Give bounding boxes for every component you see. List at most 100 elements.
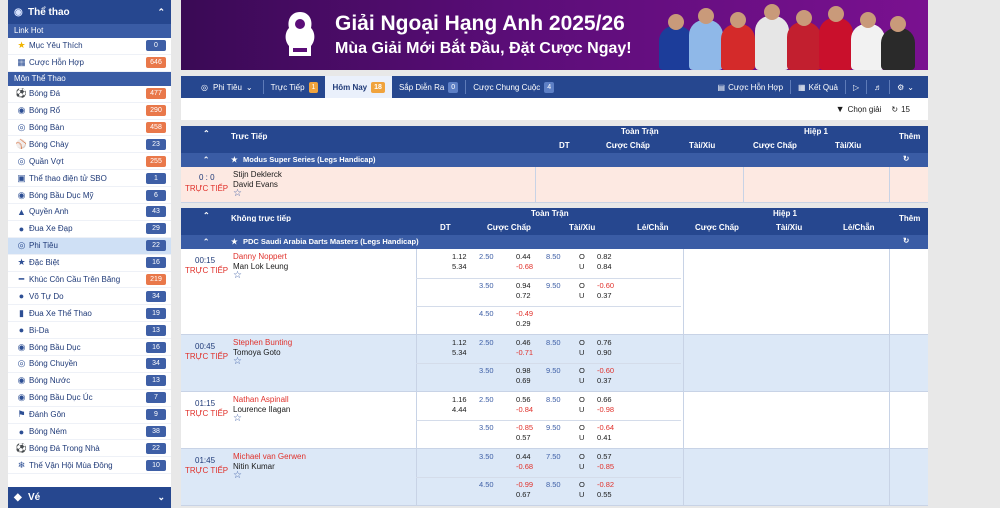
handicap-odds-home[interactable]: 0.94	[516, 281, 531, 290]
sidebar-item-sport[interactable]: ⚽ Bóng Đá Trong Nhà 22	[8, 440, 171, 458]
chevron-up-icon[interactable]: ⌃	[157, 7, 165, 18]
odds-dt-away[interactable]: 4.44	[452, 405, 467, 414]
sidebar-item-sport[interactable]: ● Võ Tự Do 34	[8, 288, 171, 306]
sidebar-item-sport[interactable]: ▮ Đua Xe Thể Thao 19	[8, 305, 171, 323]
chevron-up-icon[interactable]: ⌃	[203, 155, 209, 164]
refresh-icon[interactable]: ↻	[903, 236, 909, 245]
sidebar-item-sport[interactable]: ⚽ Bóng Đá 477	[8, 86, 171, 103]
total-odds-under[interactable]: -0.85	[597, 462, 614, 471]
sidebar-item-sport[interactable]: ● Đua Xe Đạp 29	[8, 221, 171, 238]
sidebar-item-sport[interactable]: ▣ Thể thao điện tử SBO 1	[8, 170, 171, 188]
total-odds-under[interactable]: 0.55	[597, 490, 612, 499]
handicap-odds-home[interactable]: 0.56	[516, 395, 531, 404]
total-odds-over[interactable]: 0.57	[597, 452, 612, 461]
tab-live[interactable]: Trực Tiếp 1	[264, 76, 326, 98]
home-team[interactable]: Stephen Bunting	[233, 338, 292, 347]
total-odds-over[interactable]: -0.60	[597, 366, 614, 375]
odds-dt-away[interactable]: 5.34	[452, 348, 467, 357]
total-odds-over[interactable]: 0.82	[597, 252, 612, 261]
sidebar-item-sport[interactable]: ◉ Bóng Rổ 290	[8, 103, 171, 120]
sidebar-item-sport[interactable]: ◉ Bóng Bầu Dục 16	[8, 339, 171, 357]
total-odds-over[interactable]: -0.60	[597, 281, 614, 290]
sidebar-item-sport[interactable]: ◉ Bóng Bầu Dục Mỹ 6	[8, 187, 171, 205]
favorite-star-icon[interactable]: ☆	[233, 356, 242, 367]
handicap-odds-away[interactable]: -0.68	[516, 462, 533, 471]
total-odds-under[interactable]: -0.98	[597, 405, 614, 414]
home-team[interactable]: Michael van Gerwen	[233, 452, 306, 461]
parlay-button[interactable]: ▤ Cược Hỗn Hợp	[711, 76, 791, 98]
tab-today[interactable]: Hôm Nay 18	[325, 76, 392, 98]
total-odds-under[interactable]: 0.90	[597, 348, 612, 357]
sidebar-item-sport[interactable]: ◎ Phi Tiêu 22	[8, 237, 171, 255]
total-odds-under[interactable]: 0.84	[597, 262, 612, 271]
total-odds-over[interactable]: 0.66	[597, 395, 612, 404]
sidebar-item-sport[interactable]: ◎ Bóng Bàn 458	[8, 120, 171, 137]
league-star-icon[interactable]: ★	[231, 237, 238, 246]
match-row[interactable]: 01:45 TRỰC TIẾP Michael van Gerwen Nitin Ku…	[181, 448, 928, 506]
total-odds-over[interactable]: -0.64	[597, 423, 614, 432]
refresh-icon[interactable]: ↻	[891, 105, 898, 114]
chevron-up-icon[interactable]: ⌃	[203, 237, 209, 246]
sidebar-item-sport[interactable]: ▲ Quyền Anh 43	[8, 204, 171, 221]
handicap-odds-away[interactable]: 0.72	[516, 291, 531, 300]
handicap-odds-away[interactable]: 0.57	[516, 433, 531, 442]
refresh-icon[interactable]: ↻	[903, 154, 909, 163]
sound-button[interactable]: ♬	[867, 76, 889, 98]
sidebar-item-sport[interactable]: ● Bi-Da 13	[8, 322, 171, 340]
tab-upcoming[interactable]: Sắp Diễn Ra 0	[392, 76, 465, 98]
sports-header[interactable]: ◉ Thể thao ⌃	[8, 0, 171, 24]
choose-league-link[interactable]: Chọn giải	[848, 105, 882, 114]
chevron-down-icon[interactable]: ⌄	[157, 492, 165, 503]
sidebar-item-sport[interactable]: ● Bóng Ném 38	[8, 424, 171, 441]
total-odds-under[interactable]: 0.41	[597, 433, 612, 442]
league-star-icon[interactable]: ★	[231, 155, 238, 164]
favorite-star-icon[interactable]: ☆	[233, 413, 242, 424]
sidebar-item-sport[interactable]: ◎ Bóng Chuyền 34	[8, 356, 171, 373]
sidebar-item-sport[interactable]: ⚑ Đánh Gôn 9	[8, 407, 171, 424]
handicap-odds-home[interactable]: 0.44	[516, 252, 531, 261]
odds-dt-home[interactable]: 1.12	[452, 252, 467, 261]
sidebar-item-sport[interactable]: ★ Đặc Biệt 16	[8, 255, 171, 272]
odds-dt-home[interactable]: 1.12	[452, 338, 467, 347]
handicap-odds-home[interactable]: -0.49	[516, 309, 533, 318]
sidebar-item-sport[interactable]: ⚾ Bóng Chày 23	[8, 136, 171, 154]
odds-dt-away[interactable]: 5.34	[452, 262, 467, 271]
handicap-odds-home[interactable]: 0.44	[516, 452, 531, 461]
sidebar-item-sport[interactable]: ❄ Thế Vận Hội Mùa Đông 10	[8, 457, 171, 475]
sport-selector[interactable]: ◎ Phi Tiêu ⌄	[181, 76, 263, 98]
video-button[interactable]: ▷	[846, 76, 866, 98]
filter-icon[interactable]: ▼	[836, 104, 845, 114]
tab-outright[interactable]: Cược Chung Cuộc 4	[466, 76, 561, 98]
handicap-odds-home[interactable]: 0.98	[516, 366, 531, 375]
settings-button[interactable]: ⚙ ⌄	[890, 76, 928, 98]
chevron-up-icon[interactable]: ⌃	[203, 129, 210, 138]
handicap-odds-home[interactable]: -0.85	[516, 423, 533, 432]
match-row[interactable]: 00:15 TRỰC TIẾP Danny Noppert Man Lok Leung…	[181, 249, 928, 335]
tickets-header[interactable]: ◆ Vé ⌄	[8, 487, 171, 508]
sidebar-item-sport[interactable]: ◉ Bóng Bầu Dục Úc 7	[8, 390, 171, 407]
total-odds-under[interactable]: 0.37	[597, 376, 612, 385]
handicap-odds-away[interactable]: 0.29	[516, 319, 531, 328]
handicap-odds-away[interactable]: -0.71	[516, 348, 533, 357]
home-team[interactable]: Nathan Aspinall	[233, 395, 289, 404]
favorite-star-icon[interactable]: ☆	[233, 470, 242, 481]
handicap-odds-home[interactable]: -0.99	[516, 480, 533, 489]
results-button[interactable]: ▦ Kết Quả	[791, 76, 845, 98]
total-odds-over[interactable]: 0.76	[597, 338, 612, 347]
league-header[interactable]: ⌃ ★ PDC Saudi Arabia Darts Masters (Legs…	[181, 235, 928, 249]
total-odds-under[interactable]: 0.37	[597, 291, 612, 300]
home-team[interactable]: Danny Noppert	[233, 252, 287, 261]
sidebar-item-parlay[interactable]: ▦ Cược Hỗn Hợp 646	[8, 55, 171, 72]
match-row[interactable]: 00:45 TRỰC TIẾP Stephen Bunting Tomoya Goto…	[181, 334, 928, 392]
total-odds-over[interactable]: -0.82	[597, 480, 614, 489]
handicap-odds-away[interactable]: 0.67	[516, 490, 531, 499]
sidebar-item-sport[interactable]: ◉ Bóng Nước 13	[8, 373, 171, 390]
match-row[interactable]: 0 : 0 TRỰC TIẾP Stijn Deklerck David Eva…	[181, 167, 928, 203]
handicap-odds-home[interactable]: 0.46	[516, 338, 531, 347]
league-header[interactable]: ⌃ ★ Modus Super Series (Legs Handicap) ↻	[181, 153, 928, 167]
favorite-star-icon[interactable]: ☆	[233, 188, 242, 199]
promo-banner[interactable]: Giải Ngoại Hạng Anh 2025/26 Mùa Giải Mới…	[181, 0, 928, 70]
favorite-star-icon[interactable]: ☆	[233, 270, 242, 281]
chevron-up-icon[interactable]: ⌃	[203, 211, 210, 220]
handicap-odds-away[interactable]: -0.84	[516, 405, 533, 414]
